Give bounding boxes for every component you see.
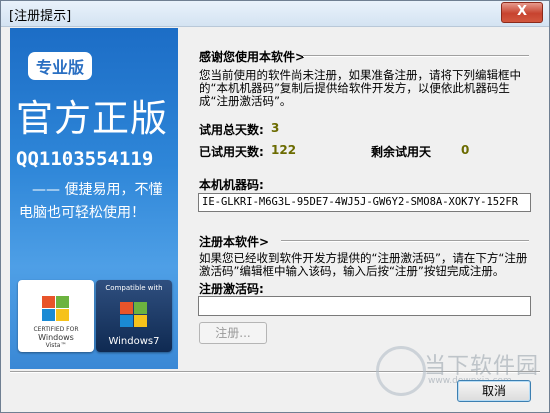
- qq-number: QQ1103554119: [16, 148, 154, 170]
- windows-flag-icon: [42, 296, 70, 322]
- trial-total-label: 试用总天数:: [199, 123, 264, 137]
- trial-used-value: 122: [271, 143, 297, 157]
- win7-name-text: Windows7: [108, 336, 160, 347]
- divider: [281, 240, 529, 242]
- register-button[interactable]: 注册...: [199, 322, 267, 344]
- banner-title: 官方正版: [16, 97, 168, 140]
- footer-divider: [10, 371, 540, 373]
- promo-banner: 专业版 官方正版 QQ1103554119 —— 便捷易用，不懂 电脑也可轻松使…: [10, 28, 178, 369]
- slogan-line2: 电脑也可轻松使用！: [19, 205, 145, 221]
- machine-code-label: 本机机器码:: [199, 178, 264, 192]
- windows-flag-icon: [120, 302, 148, 328]
- register-paragraph: 如果您已经收到软件开发方提供的“注册激活码”，请在下方“注册激活码”编辑框中输入…: [199, 251, 528, 278]
- trial-remaining-value: 0: [461, 143, 470, 157]
- trial-remaining-label: 剩余试用天: [371, 145, 432, 159]
- registration-dialog: [注册提示] X 专业版 官方正版 QQ1103554119 —— 便捷易用，不…: [0, 0, 550, 413]
- activation-code-input[interactable]: [198, 296, 531, 316]
- trial-total-value: 3: [271, 121, 280, 135]
- vista-cert-line3: Vista™: [45, 342, 67, 349]
- edition-badge: 专业版: [28, 52, 93, 80]
- slogan-line1: —— 便捷易用，不懂: [32, 182, 163, 198]
- windows7-logo: Compatible with Windows7: [96, 280, 172, 352]
- window-title: [注册提示]: [9, 9, 72, 24]
- vista-cert-line2: Windows: [38, 333, 74, 342]
- thanks-paragraph: 您当前使用的软件尚未注册，如果准备注册，请将下列编辑框中的“本机机器码”复制后提…: [199, 68, 521, 108]
- activation-code-label: 注册激活码:: [199, 282, 264, 296]
- watermark-text: 当下软件园: [424, 354, 540, 379]
- vista-cert-line1: CERTIFIED FOR: [33, 326, 79, 333]
- thanks-heading: 感谢您使用本软件>: [199, 50, 306, 64]
- windows-vista-logo: CERTIFIED FOR Windows Vista™: [18, 280, 94, 352]
- trial-used-label: 已试用天数:: [199, 145, 264, 159]
- machine-code-field[interactable]: IE-GLKRI-M6G3L-95DE7-4WJ5J-GW6Y2-SMO8A-X…: [198, 193, 531, 212]
- register-heading: 注册本软件>: [199, 235, 270, 249]
- cancel-button[interactable]: 取消: [457, 380, 531, 402]
- divider: [303, 55, 529, 57]
- title-bar: [注册提示] X: [1, 1, 549, 27]
- win7-compatible-text: Compatible with: [105, 284, 163, 292]
- close-button[interactable]: X: [501, 2, 543, 23]
